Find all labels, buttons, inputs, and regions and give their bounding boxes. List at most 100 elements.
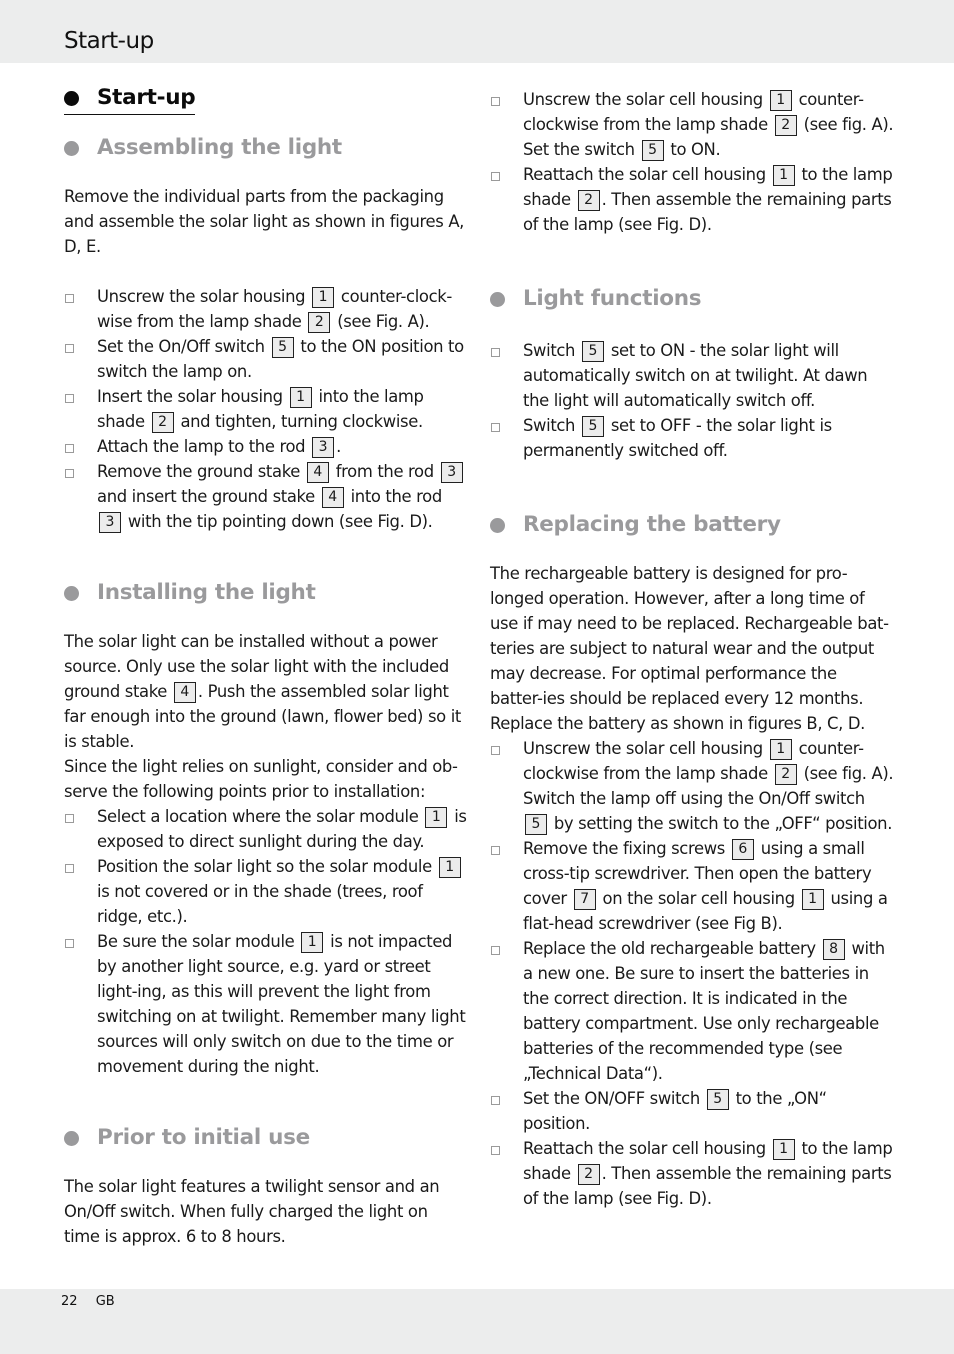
list-item: Remove the ground stake 4 from the rod 3… xyxy=(64,459,468,534)
prior-intro: The solar light features a twilight sens… xyxy=(64,1177,440,1246)
square-bullet-icon xyxy=(491,423,500,432)
part-reference-number: 8 xyxy=(822,939,845,960)
square-bullet-icon xyxy=(491,97,500,106)
square-bullet-icon xyxy=(65,864,74,873)
section-title: Assembling the light xyxy=(97,135,342,160)
part-reference-number: 5 xyxy=(641,140,664,161)
heading-bullet-icon xyxy=(64,91,79,106)
list-item: Select a location where the solar module… xyxy=(64,804,468,854)
section-title: Light functions xyxy=(523,286,702,311)
section-title: Prior to initial use xyxy=(97,1125,310,1150)
heading-bullet-icon xyxy=(490,292,505,307)
list-item: Set the On/Off switch 5 to the ON positi… xyxy=(64,334,468,384)
part-reference-number: 4 xyxy=(306,462,329,483)
part-reference-number: 1 xyxy=(772,165,795,186)
heading-bullet-icon xyxy=(64,586,79,601)
assembling-intro: Remove the individual parts from the pac… xyxy=(64,187,465,256)
part-reference-number: 2 xyxy=(308,312,331,333)
main-heading-text: Start-up xyxy=(97,85,196,110)
battery-intro: The rechargeable battery is designed for… xyxy=(490,564,889,708)
part-reference-number: 5 xyxy=(706,1089,729,1110)
part-reference-number: 5 xyxy=(271,337,294,358)
part-reference-number: 3 xyxy=(99,512,121,533)
list-item: Unscrew the solar housing 1 counter-cloc… xyxy=(64,284,468,334)
page-footer xyxy=(0,1289,954,1354)
part-reference-number: 1 xyxy=(769,90,792,111)
list-item: Reattach the solar cell housing 1 to the… xyxy=(490,1136,894,1211)
part-reference-number: 2 xyxy=(151,412,174,433)
section-heading-functions: Light functions xyxy=(490,285,894,313)
main-heading: Start-up xyxy=(64,84,196,115)
part-reference-number: 5 xyxy=(581,416,604,437)
square-bullet-icon xyxy=(65,294,74,303)
installing-intro-2: Since the light relies on sunlight, cons… xyxy=(64,757,458,801)
square-bullet-icon xyxy=(491,348,500,357)
part-reference-number: 3 xyxy=(440,462,463,483)
section-heading-assembling: Assembling the light xyxy=(64,134,468,162)
square-bullet-icon xyxy=(65,939,74,948)
prior-steps: Unscrew the solar cell housing 1 counter… xyxy=(490,87,894,237)
list-item: Attach the lamp to the rod 3. xyxy=(64,434,468,459)
section-title: Replacing the battery xyxy=(523,512,781,537)
list-item: Be sure the solar module 1 is not impact… xyxy=(64,929,468,1079)
left-column: Start-up Assembling the light Remove the… xyxy=(64,84,468,1249)
square-bullet-icon xyxy=(491,746,500,755)
list-item: Unscrew the solar cell housing 1 counter… xyxy=(490,87,894,162)
right-column: Unscrew the solar cell housing 1 counter… xyxy=(490,84,894,1211)
list-item: Switch 5 set to ON - the solar light wil… xyxy=(490,338,894,413)
list-item: Insert the solar housing 1 into the lamp… xyxy=(64,384,468,434)
square-bullet-icon xyxy=(491,846,500,855)
functions-steps: Switch 5 set to ON - the solar light wil… xyxy=(490,338,894,463)
part-reference-number: 1 xyxy=(289,387,312,408)
heading-bullet-icon xyxy=(64,1131,79,1146)
list-item: Switch 5 set to OFF - the solar light is… xyxy=(490,413,894,463)
square-bullet-icon xyxy=(65,469,74,478)
list-item: Replace the old rechargeable battery 8 w… xyxy=(490,936,894,1086)
square-bullet-icon xyxy=(491,172,500,181)
list-item: Set the ON/OFF switch 5 to the „ON“ posi… xyxy=(490,1086,894,1136)
footer-info: 22 GB xyxy=(61,1294,129,1309)
square-bullet-icon xyxy=(491,946,500,955)
battery-intro-2: Replace the battery as shown in figures … xyxy=(490,714,865,733)
part-reference-number: 2 xyxy=(577,190,600,211)
square-bullet-icon xyxy=(491,1096,500,1105)
part-reference-number: 1 xyxy=(425,807,448,828)
section-title: Installing the light xyxy=(97,580,316,605)
part-reference-number: 1 xyxy=(312,287,335,308)
page-header-title: Start-up xyxy=(64,28,154,54)
list-item: Unscrew the solar cell housing 1 counter… xyxy=(490,736,894,836)
part-reference-number: 2 xyxy=(774,115,797,136)
part-reference-number: 4 xyxy=(321,487,344,508)
heading-bullet-icon xyxy=(490,518,505,533)
part-reference-number: 1 xyxy=(801,889,824,910)
square-bullet-icon xyxy=(65,344,74,353)
square-bullet-icon xyxy=(65,814,74,823)
section-heading-installing: Installing the light xyxy=(64,579,468,607)
installing-steps: Select a location where the solar module… xyxy=(64,804,468,1079)
part-reference-number: 1 xyxy=(769,739,792,760)
part-reference-number: 1 xyxy=(438,857,461,878)
section-heading-battery: Replacing the battery xyxy=(490,511,894,539)
language-code: GB xyxy=(95,1294,115,1309)
part-reference-number: 4 xyxy=(173,682,196,703)
page-number: 22 xyxy=(61,1294,78,1309)
assembling-steps: Unscrew the solar housing 1 counter-cloc… xyxy=(64,284,468,534)
part-reference-number: 7 xyxy=(573,889,596,910)
list-item: Position the solar light so the solar mo… xyxy=(64,854,468,929)
list-item: Reattach the solar cell housing 1 to the… xyxy=(490,162,894,237)
heading-bullet-icon xyxy=(64,141,79,156)
battery-steps: Unscrew the solar cell housing 1 counter… xyxy=(490,736,894,1211)
part-reference-number: 1 xyxy=(772,1139,795,1160)
part-reference-number: 1 xyxy=(301,932,324,953)
section-heading-prior: Prior to initial use xyxy=(64,1124,468,1152)
square-bullet-icon xyxy=(491,1146,500,1155)
square-bullet-icon xyxy=(65,394,74,403)
installing-intro: The solar light can be installed without… xyxy=(64,632,461,751)
part-reference-number: 6 xyxy=(731,839,754,860)
part-reference-number: 2 xyxy=(577,1164,600,1185)
part-reference-number: 3 xyxy=(312,437,335,458)
part-reference-number: 2 xyxy=(774,764,797,785)
part-reference-number: 5 xyxy=(581,341,604,362)
part-reference-number: 5 xyxy=(525,814,547,835)
list-item: Remove the fixing screws 6 using a small… xyxy=(490,836,894,936)
